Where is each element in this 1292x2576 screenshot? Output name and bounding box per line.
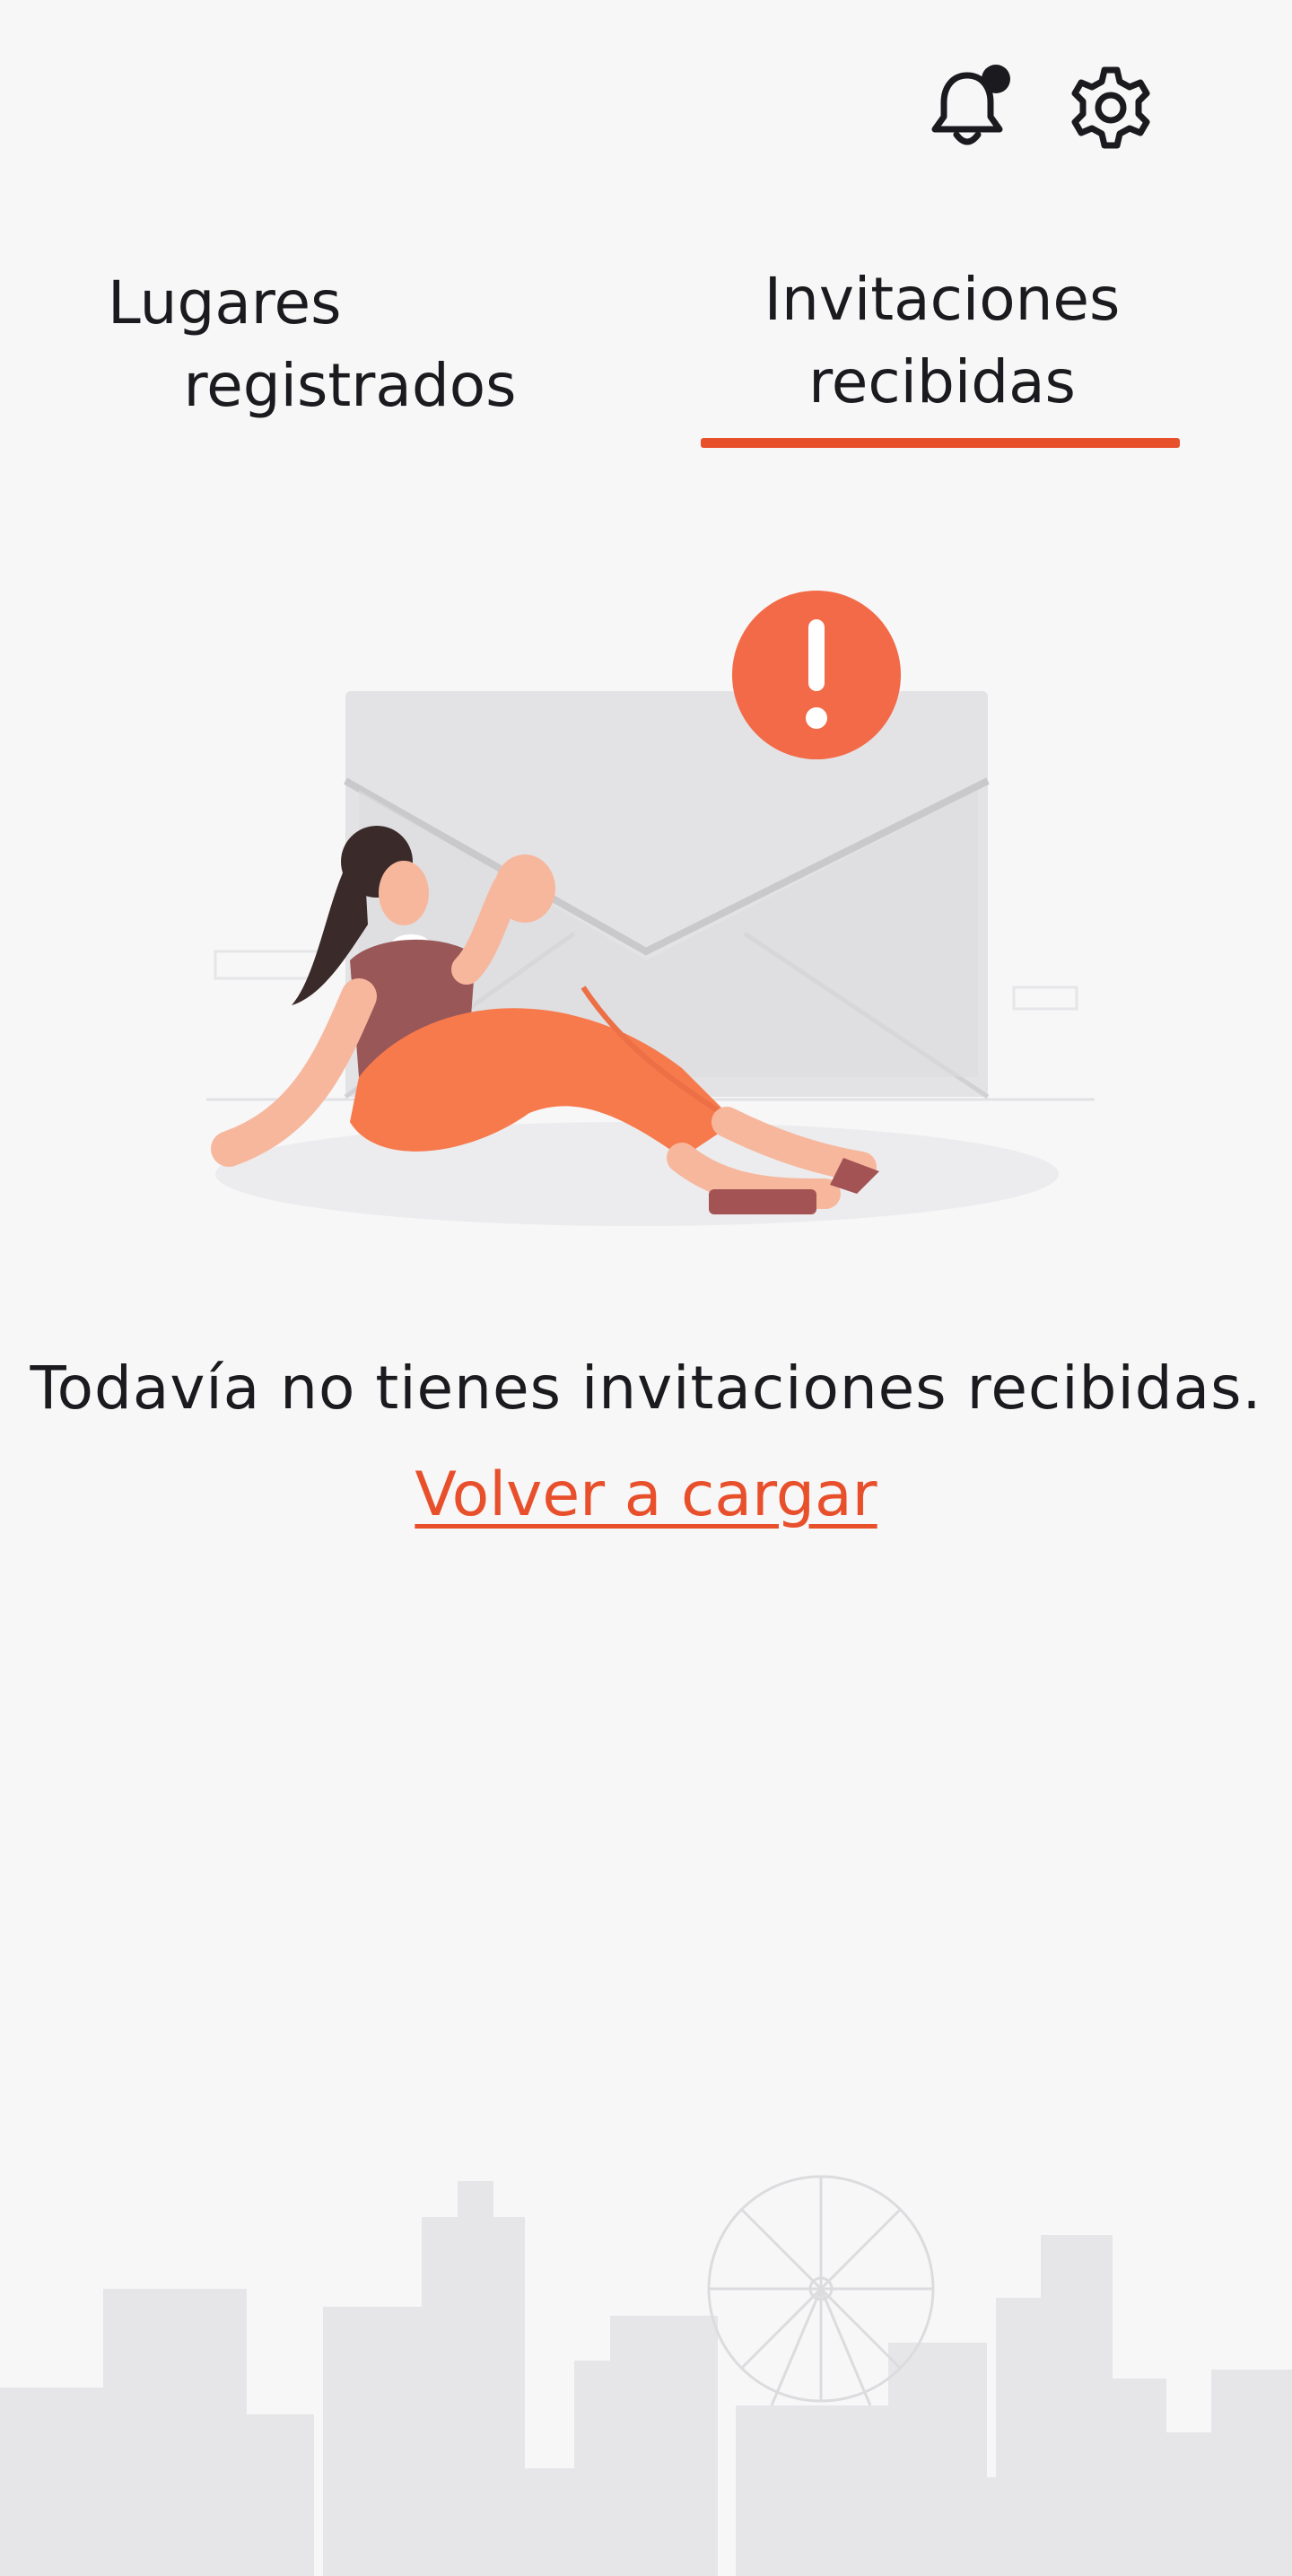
tab-label-line1: Lugares	[108, 268, 342, 337]
notifications-button[interactable]	[921, 61, 1014, 154]
gear-icon	[1071, 66, 1150, 149]
notification-dot	[982, 65, 1010, 93]
tab-label-line2: recibidas	[808, 347, 1076, 416]
empty-state-message: Todavía no tienes invitaciones recibidas…	[30, 1354, 1262, 1423]
header-actions	[921, 61, 1157, 154]
tab-label-line2: registrados	[183, 351, 517, 420]
reload-link[interactable]: Volver a cargar	[415, 1459, 877, 1530]
notification-bell-icon	[931, 65, 1010, 145]
tab-label-line1: Invitaciones	[764, 265, 1121, 334]
tab-bar: Lugares registrados Invitaciones recibid…	[0, 242, 1292, 458]
city-skyline-background	[0, 2175, 1292, 2576]
empty-invitations-illustration	[206, 591, 1095, 1226]
settings-button[interactable]	[1064, 61, 1157, 154]
active-tab-indicator	[701, 438, 1180, 448]
reload-container: Volver a cargar	[0, 1459, 1292, 1530]
alert-badge	[732, 591, 901, 759]
